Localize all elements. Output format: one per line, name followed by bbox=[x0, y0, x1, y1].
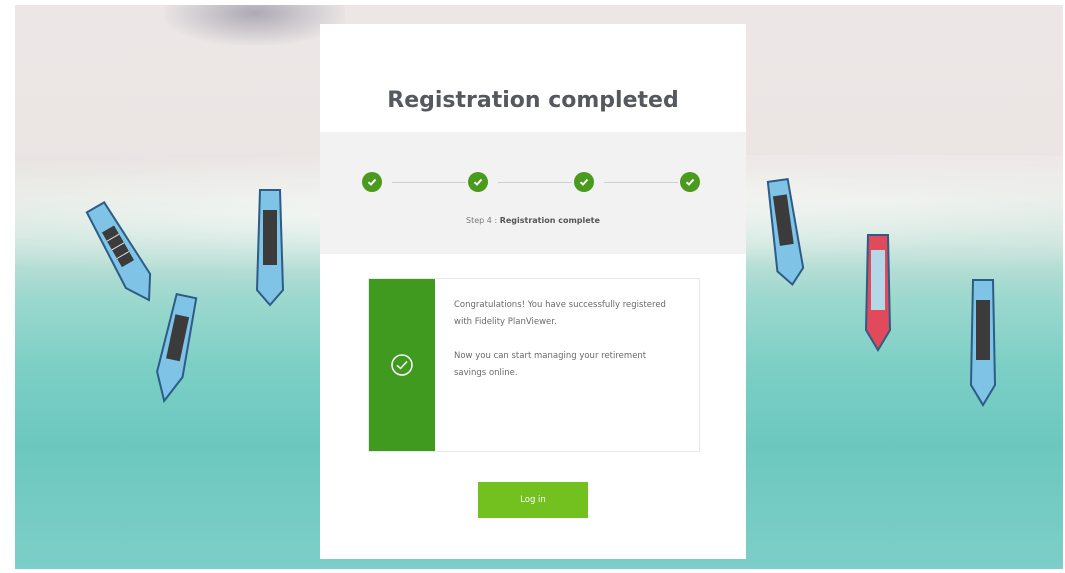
step-connector bbox=[604, 182, 678, 183]
step-caption: Step 4 : Registration complete bbox=[320, 216, 746, 225]
success-panel bbox=[369, 279, 435, 451]
background-shadow bbox=[165, 5, 345, 45]
step-1-check-icon bbox=[362, 172, 382, 192]
boat-image bbox=[864, 234, 892, 352]
success-message-paragraph-1: Congratulations! You have successfully r… bbox=[454, 300, 666, 327]
step-2-check-icon bbox=[468, 172, 488, 192]
registration-card: Registration completed Step 4 : Registra… bbox=[320, 24, 746, 559]
step-caption-prefix: Step 4 : bbox=[466, 216, 500, 225]
step-progress: Step 4 : Registration complete bbox=[320, 132, 746, 254]
step-4-check-icon bbox=[680, 172, 700, 192]
step-caption-title: Registration complete bbox=[499, 216, 600, 225]
success-message: Congratulations! You have successfully r… bbox=[454, 297, 679, 399]
page-title: Registration completed bbox=[387, 88, 679, 113]
step-3-check-icon bbox=[574, 172, 594, 192]
boat-image bbox=[255, 189, 285, 307]
login-button[interactable]: Log in bbox=[478, 482, 588, 518]
boat-image bbox=[156, 292, 198, 404]
page: Registration completed Step 4 : Registra… bbox=[0, 0, 1065, 573]
check-circle-outline-icon bbox=[391, 354, 413, 376]
boat-image bbox=[969, 279, 997, 407]
success-message-box: Congratulations! You have successfully r… bbox=[368, 278, 700, 452]
success-message-paragraph-2: Now you can start managing your retireme… bbox=[454, 351, 647, 378]
step-connector bbox=[392, 182, 466, 183]
step-connector bbox=[498, 182, 572, 183]
boat-image bbox=[766, 177, 805, 286]
